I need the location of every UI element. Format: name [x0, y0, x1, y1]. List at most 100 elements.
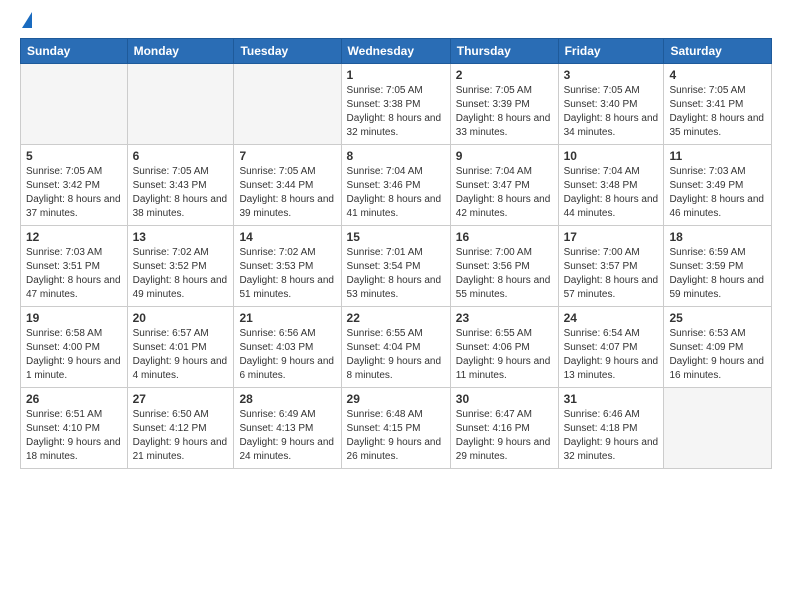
- calendar-cell: 29 Sunrise: 6:48 AM Sunset: 4:15 PM Dayli…: [341, 388, 450, 469]
- day-number: 2: [456, 68, 553, 82]
- header: [20, 16, 772, 28]
- calendar-cell: 9 Sunrise: 7:04 AM Sunset: 3:47 PM Daylig…: [450, 145, 558, 226]
- day-number: 19: [26, 311, 122, 325]
- day-info: Sunrise: 7:04 AM Sunset: 3:48 PM Dayligh…: [564, 165, 659, 221]
- page: SundayMondayTuesdayWednesdayThursdayFrid…: [0, 0, 792, 485]
- day-info: Sunrise: 6:53 AM Sunset: 4:09 PM Dayligh…: [669, 327, 766, 383]
- day-info: Sunrise: 7:05 AM Sunset: 3:39 PM Dayligh…: [456, 84, 553, 140]
- day-number: 9: [456, 149, 553, 163]
- calendar-cell: 17 Sunrise: 7:00 AM Sunset: 3:57 PM Dayli…: [558, 226, 664, 307]
- day-info: Sunrise: 7:05 AM Sunset: 3:42 PM Dayligh…: [26, 165, 122, 221]
- calendar-cell: 21Sunrise: 6:56 AM Sunset: 4:03 PM Dayli…: [234, 307, 341, 388]
- calendar-cell: 4 Sunrise: 7:05 AM Sunset: 3:41 PM Daylig…: [664, 64, 772, 145]
- day-info: Sunrise: 7:03 AM Sunset: 3:51 PM Dayligh…: [26, 246, 122, 302]
- day-info: Sunrise: 6:59 AM Sunset: 3:59 PM Dayligh…: [669, 246, 766, 302]
- day-number: 11: [669, 149, 766, 163]
- week-row-3: 12 Sunrise: 7:03 AM Sunset: 3:51 PM Dayli…: [21, 226, 772, 307]
- day-number: 31: [564, 392, 659, 406]
- day-info: Sunrise: 6:55 AM Sunset: 4:04 PM Dayligh…: [347, 327, 445, 383]
- day-number: 23: [456, 311, 553, 325]
- calendar-cell: 14 Sunrise: 7:02 AM Sunset: 3:53 PM Dayli…: [234, 226, 341, 307]
- calendar-cell: 16 Sunrise: 7:00 AM Sunset: 3:56 PM Dayli…: [450, 226, 558, 307]
- weekday-header-thursday: Thursday: [450, 39, 558, 64]
- day-number: 28: [239, 392, 335, 406]
- day-info: Sunrise: 7:00 AM Sunset: 3:56 PM Dayligh…: [456, 246, 553, 302]
- day-info: Sunrise: 6:49 AM Sunset: 4:13 PM Dayligh…: [239, 408, 335, 464]
- calendar-cell: 6 Sunrise: 7:05 AM Sunset: 3:43 PM Daylig…: [127, 145, 234, 226]
- day-info: Sunrise: 6:55 AM Sunset: 4:06 PM Dayligh…: [456, 327, 553, 383]
- calendar-cell: [664, 388, 772, 469]
- day-number: 29: [347, 392, 445, 406]
- day-info: Sunrise: 6:56 AM Sunset: 4:03 PM Dayligh…: [239, 327, 335, 383]
- calendar-cell: 2 Sunrise: 7:05 AM Sunset: 3:39 PM Daylig…: [450, 64, 558, 145]
- calendar-cell: 24 Sunrise: 6:54 AM Sunset: 4:07 PM Dayli…: [558, 307, 664, 388]
- calendar-cell: 31 Sunrise: 6:46 AM Sunset: 4:18 PM Dayli…: [558, 388, 664, 469]
- day-number: 8: [347, 149, 445, 163]
- day-number: 20: [133, 311, 229, 325]
- calendar-cell: 5 Sunrise: 7:05 AM Sunset: 3:42 PM Daylig…: [21, 145, 128, 226]
- day-info: Sunrise: 6:58 AM Sunset: 4:00 PM Dayligh…: [26, 327, 122, 383]
- day-number: 12: [26, 230, 122, 244]
- calendar-cell: 30 Sunrise: 6:47 AM Sunset: 4:16 PM Dayli…: [450, 388, 558, 469]
- calendar-cell: 23 Sunrise: 6:55 AM Sunset: 4:06 PM Dayli…: [450, 307, 558, 388]
- calendar-cell: 11 Sunrise: 7:03 AM Sunset: 3:49 PM Dayli…: [664, 145, 772, 226]
- day-info: Sunrise: 7:05 AM Sunset: 3:40 PM Dayligh…: [564, 84, 659, 140]
- day-info: Sunrise: 6:48 AM Sunset: 4:15 PM Dayligh…: [347, 408, 445, 464]
- day-info: Sunrise: 7:05 AM Sunset: 3:44 PM Dayligh…: [239, 165, 335, 221]
- weekday-header-sunday: Sunday: [21, 39, 128, 64]
- day-info: Sunrise: 7:02 AM Sunset: 3:53 PM Dayligh…: [239, 246, 335, 302]
- calendar-cell: 7Sunrise: 7:05 AM Sunset: 3:44 PM Daylig…: [234, 145, 341, 226]
- week-row-5: 26Sunrise: 6:51 AM Sunset: 4:10 PM Dayli…: [21, 388, 772, 469]
- day-info: Sunrise: 7:04 AM Sunset: 3:47 PM Dayligh…: [456, 165, 553, 221]
- day-number: 10: [564, 149, 659, 163]
- calendar-cell: 13 Sunrise: 7:02 AM Sunset: 3:52 PM Dayli…: [127, 226, 234, 307]
- day-info: Sunrise: 6:50 AM Sunset: 4:12 PM Dayligh…: [133, 408, 229, 464]
- calendar-cell: 1 Sunrise: 7:05 AM Sunset: 3:38 PM Daylig…: [341, 64, 450, 145]
- day-info: Sunrise: 7:05 AM Sunset: 3:43 PM Dayligh…: [133, 165, 229, 221]
- calendar-cell: 27Sunrise: 6:50 AM Sunset: 4:12 PM Dayli…: [127, 388, 234, 469]
- day-info: Sunrise: 6:54 AM Sunset: 4:07 PM Dayligh…: [564, 327, 659, 383]
- calendar-cell: 25 Sunrise: 6:53 AM Sunset: 4:09 PM Dayli…: [664, 307, 772, 388]
- calendar-cell: [234, 64, 341, 145]
- calendar-cell: 8Sunrise: 7:04 AM Sunset: 3:46 PM Daylig…: [341, 145, 450, 226]
- day-number: 17: [564, 230, 659, 244]
- day-number: 24: [564, 311, 659, 325]
- calendar-cell: 19 Sunrise: 6:58 AM Sunset: 4:00 PM Dayli…: [21, 307, 128, 388]
- day-number: 18: [669, 230, 766, 244]
- weekday-header-friday: Friday: [558, 39, 664, 64]
- calendar-cell: 12 Sunrise: 7:03 AM Sunset: 3:51 PM Dayli…: [21, 226, 128, 307]
- calendar-cell: [21, 64, 128, 145]
- calendar-cell: 3 Sunrise: 7:05 AM Sunset: 3:40 PM Daylig…: [558, 64, 664, 145]
- day-number: 5: [26, 149, 122, 163]
- day-number: 4: [669, 68, 766, 82]
- day-number: 13: [133, 230, 229, 244]
- day-number: 1: [347, 68, 445, 82]
- day-info: Sunrise: 6:46 AM Sunset: 4:18 PM Dayligh…: [564, 408, 659, 464]
- calendar-cell: [127, 64, 234, 145]
- calendar-cell: 18 Sunrise: 6:59 AM Sunset: 3:59 PM Dayli…: [664, 226, 772, 307]
- logo: [20, 16, 32, 28]
- day-info: Sunrise: 7:02 AM Sunset: 3:52 PM Dayligh…: [133, 246, 229, 302]
- calendar-cell: 22 Sunrise: 6:55 AM Sunset: 4:04 PM Dayli…: [341, 307, 450, 388]
- day-info: Sunrise: 6:47 AM Sunset: 4:16 PM Dayligh…: [456, 408, 553, 464]
- weekday-header-monday: Monday: [127, 39, 234, 64]
- day-number: 3: [564, 68, 659, 82]
- day-info: Sunrise: 6:57 AM Sunset: 4:01 PM Dayligh…: [133, 327, 229, 383]
- day-number: 16: [456, 230, 553, 244]
- day-info: Sunrise: 7:03 AM Sunset: 3:49 PM Dayligh…: [669, 165, 766, 221]
- calendar-cell: 20 Sunrise: 6:57 AM Sunset: 4:01 PM Dayli…: [127, 307, 234, 388]
- day-number: 30: [456, 392, 553, 406]
- day-info: Sunrise: 7:05 AM Sunset: 3:41 PM Dayligh…: [669, 84, 766, 140]
- weekday-header-tuesday: Tuesday: [234, 39, 341, 64]
- day-info: Sunrise: 7:00 AM Sunset: 3:57 PM Dayligh…: [564, 246, 659, 302]
- week-row-1: 1 Sunrise: 7:05 AM Sunset: 3:38 PM Daylig…: [21, 64, 772, 145]
- calendar-cell: 26Sunrise: 6:51 AM Sunset: 4:10 PM Dayli…: [21, 388, 128, 469]
- day-info: Sunrise: 7:01 AM Sunset: 3:54 PM Dayligh…: [347, 246, 445, 302]
- day-number: 14: [239, 230, 335, 244]
- day-info: Sunrise: 7:05 AM Sunset: 3:38 PM Dayligh…: [347, 84, 445, 140]
- calendar-table: SundayMondayTuesdayWednesdayThursdayFrid…: [20, 38, 772, 469]
- week-row-2: 5 Sunrise: 7:05 AM Sunset: 3:42 PM Daylig…: [21, 145, 772, 226]
- day-number: 25: [669, 311, 766, 325]
- day-number: 22: [347, 311, 445, 325]
- day-number: 6: [133, 149, 229, 163]
